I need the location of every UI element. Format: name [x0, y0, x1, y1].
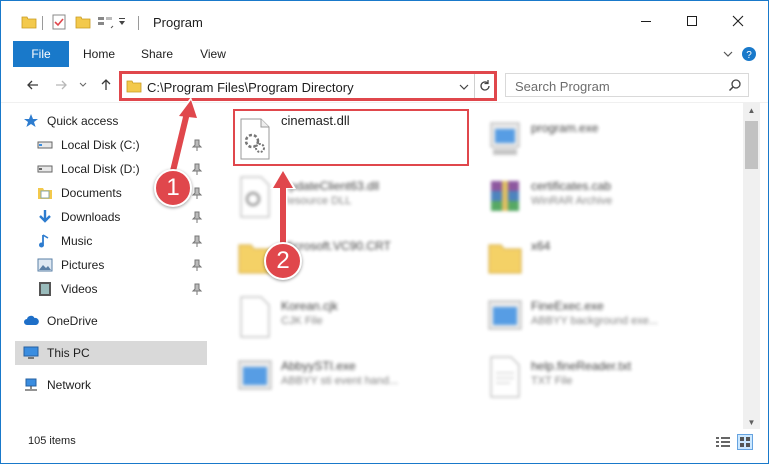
step-1-badge: 1: [154, 169, 192, 207]
annotation-arrows: [168, 97, 296, 245]
step-2-badge: 2: [264, 242, 302, 280]
explorer-window: Program File Home Share View ? C:\Progra…: [0, 0, 769, 464]
arrow-1: [170, 112, 190, 172]
